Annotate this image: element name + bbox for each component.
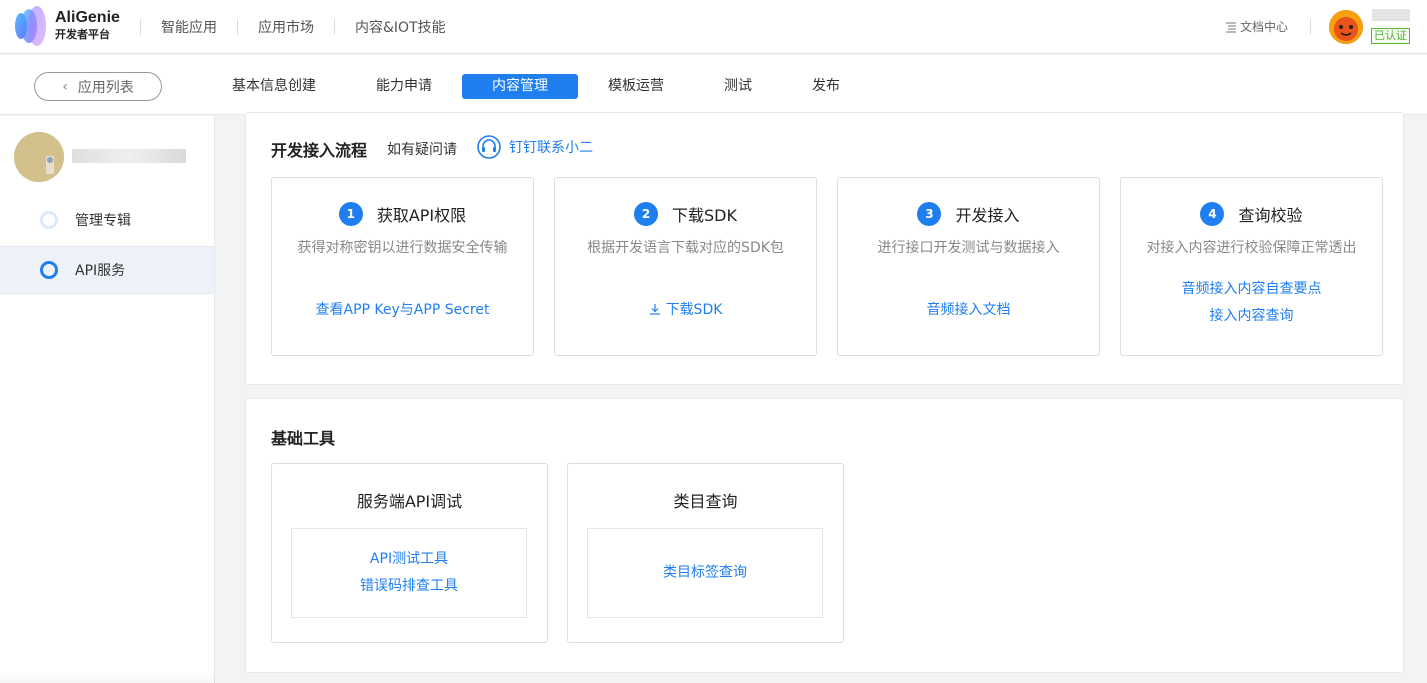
tool-links: 类目标签查询	[588, 560, 822, 587]
back-to-app-list-button[interactable]: ‹ 应用列表	[34, 72, 162, 101]
top-nav: 智能应用 应用市场 内容&IOT技能	[140, 0, 466, 54]
step-header: 2 下载SDK	[555, 202, 816, 226]
step-title: 开发接入	[955, 206, 1020, 225]
sidebar-item-manage-albums[interactable]: 管理专辑	[0, 196, 214, 244]
step-card: 1 获取API权限 获得对称密钥以进行数据安全传输 查看APP Key与APP …	[271, 177, 534, 356]
user-avatar[interactable]	[1329, 10, 1363, 44]
sidebar-item-api-service[interactable]: API服务	[0, 246, 214, 294]
tool-card-category-query: 类目查询 类目标签查询	[567, 463, 844, 643]
doc-center-link[interactable]: 文档中心	[1225, 18, 1288, 35]
error-code-tool-link[interactable]: 错误码排查工具	[292, 573, 526, 600]
headset-icon	[477, 135, 501, 159]
top-nav-smart-apps[interactable]: 智能应用	[141, 17, 237, 37]
doc-center-label: 文档中心	[1240, 20, 1289, 34]
dingtalk-contact-link[interactable]: 钉钉联系小二	[477, 135, 593, 159]
step-description: 根据开发语言下载对应的SDK包	[587, 240, 784, 256]
step-title: 获取API权限	[376, 206, 467, 225]
process-hint: 如有疑问请	[387, 142, 457, 158]
step-description: 获得对称密钥以进行数据安全传输	[297, 240, 508, 256]
step-card: 4 查询校验 对接入内容进行校验保障正常透出 音频接入内容自查要点 接入内容查询	[1120, 177, 1383, 356]
radio-ring-icon	[40, 261, 58, 279]
radio-ring-icon	[40, 211, 58, 229]
api-test-tool-link[interactable]: API测试工具	[292, 546, 526, 573]
contact-label: 钉钉联系小二	[509, 140, 593, 156]
step-header: 3 开发接入	[838, 202, 1099, 226]
tool-card-body: API测试工具 错误码排查工具	[291, 528, 527, 618]
sidebar-bottom-shadow	[0, 673, 215, 683]
top-bar: AliGenie 开发者平台 智能应用 应用市场 内容&IOT技能 文档中心 已…	[0, 0, 1427, 54]
app-name-blurred	[72, 149, 186, 163]
sidebar: 管理专辑 API服务	[0, 116, 215, 683]
tab-template-ops[interactable]: 模板运营	[594, 74, 678, 99]
app-avatar-image	[14, 132, 64, 182]
step-card: 2 下载SDK 根据开发语言下载对应的SDK包 下载SDK	[554, 177, 817, 356]
process-title: 开发接入流程	[271, 141, 368, 160]
step-links: 音频接入内容自查要点 接入内容查询	[1121, 276, 1382, 330]
download-sdk-link[interactable]: 下载SDK	[555, 297, 816, 324]
tool-card-title: 类目查询	[673, 492, 738, 511]
list-icon	[1226, 22, 1236, 32]
avatar-face-icon	[1329, 10, 1363, 44]
tab-basic-info[interactable]: 基本信息创建	[217, 74, 331, 99]
tab-capability-apply[interactable]: 能力申请	[362, 74, 446, 99]
step-number: 4	[1200, 202, 1225, 226]
app-avatar	[14, 132, 64, 182]
view-app-key-link[interactable]: 查看APP Key与APP Secret	[272, 297, 533, 324]
tab-publish[interactable]: 发布	[798, 74, 854, 99]
step-number: 1	[338, 202, 363, 226]
step-card: 3 开发接入 进行接口开发测试与数据接入 音频接入文档	[837, 177, 1100, 356]
basic-tools-panel: 基础工具 服务端API调试 API测试工具 错误码排查工具 类目查询 类目标签查…	[245, 398, 1404, 673]
header-divider	[1310, 19, 1311, 35]
verified-badge: 已认证	[1371, 28, 1410, 44]
step-number: 2	[634, 202, 658, 226]
tool-card-title: 服务端API调试	[356, 492, 463, 511]
back-button-label: 应用列表	[77, 79, 134, 96]
tab-test[interactable]: 测试	[710, 74, 766, 99]
user-name-blurred	[1372, 9, 1410, 21]
tool-card-body: 类目标签查询	[587, 528, 823, 618]
step-links: 下载SDK	[555, 297, 816, 324]
audio-self-check-link[interactable]: 音频接入内容自查要点	[1121, 276, 1382, 303]
step-title: 下载SDK	[672, 206, 737, 225]
step-number: 3	[917, 202, 942, 226]
content-query-link[interactable]: 接入内容查询	[1121, 303, 1382, 330]
tools-title: 基础工具	[271, 429, 336, 448]
audio-integration-docs-link[interactable]: 音频接入文档	[838, 297, 1099, 324]
tool-card-server-api-debug: 服务端API调试 API测试工具 错误码排查工具	[271, 463, 548, 643]
step-title: 查询校验	[1238, 206, 1303, 225]
step-description: 对接入内容进行校验保障正常透出	[1146, 240, 1357, 256]
sidebar-item-label: API服务	[75, 263, 126, 279]
download-sdk-label: 下载SDK	[665, 302, 723, 318]
step-description: 进行接口开发测试与数据接入	[877, 240, 1060, 256]
tool-links: API测试工具 错误码排查工具	[292, 546, 526, 600]
top-nav-app-market[interactable]: 应用市场	[238, 17, 334, 37]
aligenie-logo-icon[interactable]	[14, 5, 48, 47]
sidebar-item-label: 管理专辑	[75, 213, 131, 229]
brand-subtitle: 开发者平台	[55, 28, 110, 41]
step-header: 1 获取API权限	[272, 202, 533, 226]
download-icon	[649, 304, 660, 315]
app-tab-bar: ‹ 应用列表 基本信息创建 能力申请 内容管理 模板运营 测试 发布	[0, 55, 1427, 115]
tab-content-management[interactable]: 内容管理	[462, 74, 578, 99]
brand-name: AliGenie	[55, 9, 120, 26]
step-links: 查看APP Key与APP Secret	[272, 297, 533, 324]
category-tag-query-link[interactable]: 类目标签查询	[588, 560, 822, 587]
step-links: 音频接入文档	[838, 297, 1099, 324]
brand[interactable]: AliGenie 开发者平台	[55, 9, 120, 43]
step-header: 4 查询校验	[1121, 202, 1382, 226]
top-nav-content-iot-skills[interactable]: 内容&IOT技能	[335, 17, 466, 37]
dev-process-panel: 开发接入流程 如有疑问请 钉钉联系小二 1 获取API权限 获得对称密钥以进行数…	[245, 112, 1404, 385]
chevron-left-icon: ‹	[62, 78, 68, 95]
